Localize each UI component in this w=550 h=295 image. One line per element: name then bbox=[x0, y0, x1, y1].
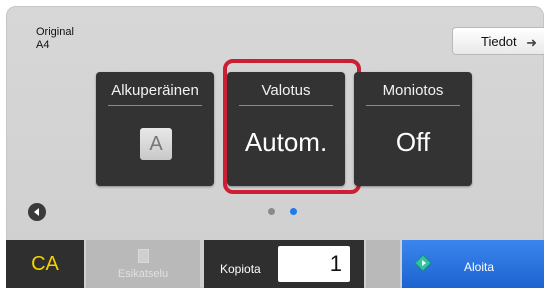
preview-icon bbox=[138, 249, 149, 263]
spacer bbox=[366, 240, 400, 288]
copies-input[interactable]: 1 bbox=[278, 246, 350, 282]
start-label: Aloita bbox=[464, 260, 495, 274]
page-dot-1[interactable] bbox=[268, 208, 275, 215]
tile-multishot-title: Moniotos bbox=[382, 82, 444, 99]
start-button[interactable]: Aloita bbox=[402, 240, 544, 288]
chevron-left-icon bbox=[34, 208, 39, 216]
start-diamond-icon bbox=[414, 254, 432, 272]
tile-original[interactable]: Alkuperäinen A bbox=[96, 72, 214, 186]
original-size: A4 bbox=[36, 39, 50, 51]
preview-button[interactable]: Esikatselu bbox=[86, 240, 200, 288]
clear-all-button[interactable]: CA bbox=[6, 240, 84, 288]
divider bbox=[366, 105, 460, 106]
copies-panel: Kopiota 1 bbox=[204, 240, 364, 288]
arrow-right-icon: ➜ bbox=[526, 35, 537, 50]
info-button[interactable]: Tiedot ➜ bbox=[452, 27, 544, 55]
selection-highlight bbox=[223, 59, 361, 194]
original-orientation-icon: A bbox=[140, 128, 172, 160]
copies-label: Kopiota bbox=[220, 262, 261, 276]
divider bbox=[108, 105, 202, 106]
tile-multishot[interactable]: Moniotos Off bbox=[354, 72, 472, 186]
info-button-label: Tiedot bbox=[481, 33, 517, 49]
tile-multishot-value: Off bbox=[395, 127, 431, 157]
previous-page-button[interactable] bbox=[28, 203, 46, 221]
original-info: Original A4 bbox=[36, 26, 74, 52]
page-dot-2[interactable] bbox=[290, 208, 297, 215]
tile-original-title: Alkuperäinen bbox=[111, 82, 199, 99]
preview-label: Esikatselu bbox=[117, 268, 169, 280]
original-label: Original bbox=[36, 26, 74, 38]
bottom-bar: CA Esikatselu Kopiota 1 Aloita bbox=[6, 240, 544, 288]
